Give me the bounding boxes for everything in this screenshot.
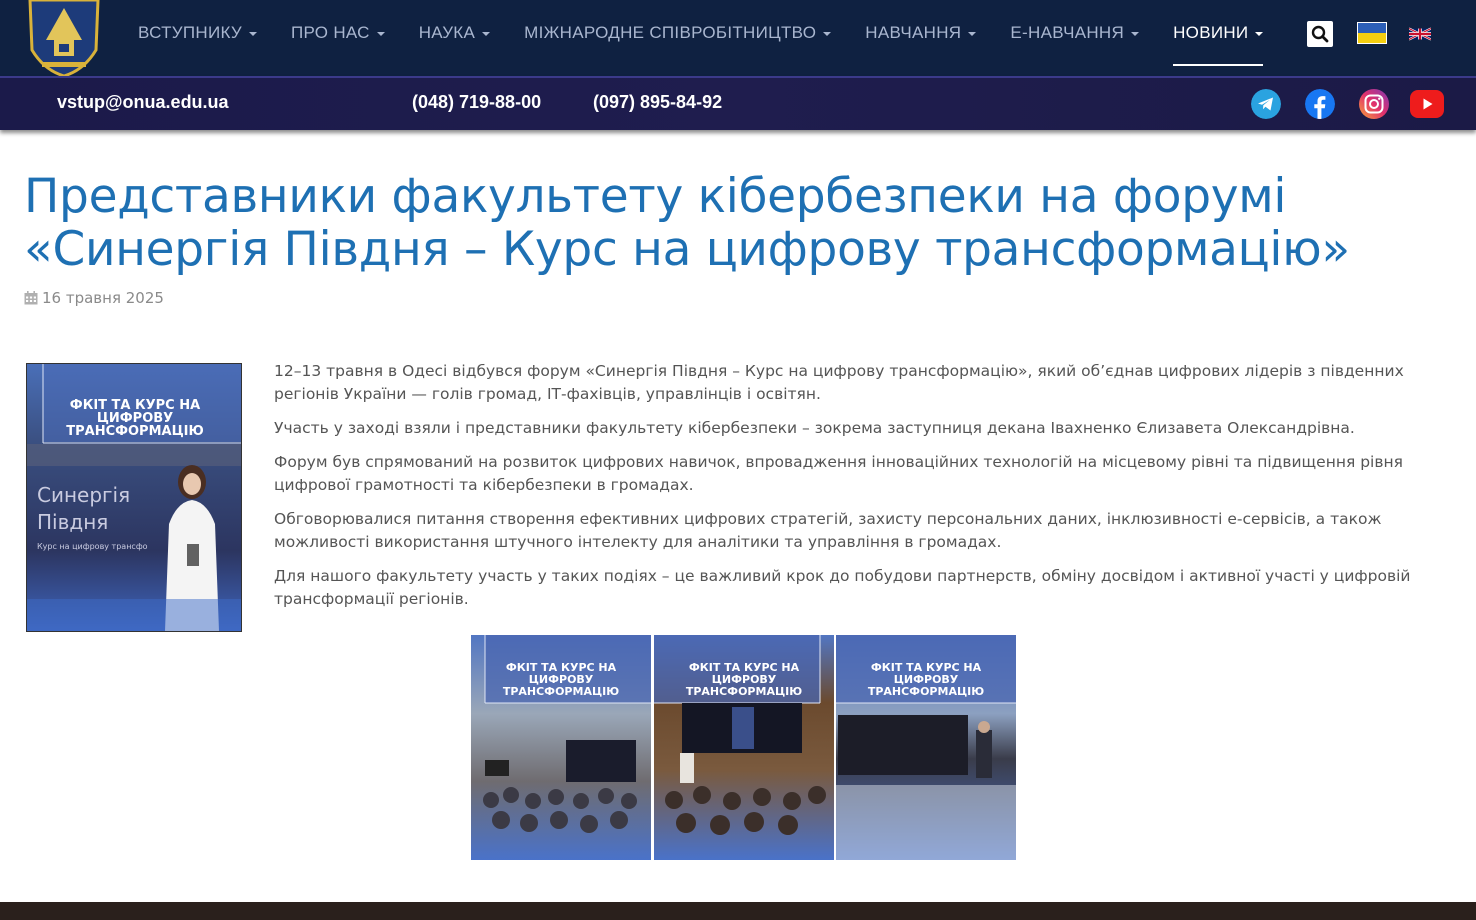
youtube-icon[interactable] <box>1410 90 1444 118</box>
page-footer-edge <box>0 902 1476 920</box>
menu-item-novyny[interactable]: НОВИНИ <box>1173 0 1264 66</box>
date-text: 16 травня 2025 <box>42 289 164 307</box>
article-paragraph: Участь у заході взяли і представники фак… <box>274 419 1355 437</box>
svg-text:Півдня: Півдня <box>37 510 108 534</box>
instagram-icon[interactable] <box>1359 89 1389 119</box>
english-flag-icon[interactable] <box>1409 27 1431 41</box>
menu-item-label: ВСТУПНИКУ <box>138 23 242 42</box>
menu-item-label: НАУКА <box>418 23 476 42</box>
menu-item-pro-nas[interactable]: ПРО НАС <box>291 0 385 66</box>
menu-item-label: ПРО НАС <box>290 23 370 42</box>
caret-down-icon <box>248 32 257 36</box>
calendar-icon <box>24 291 38 305</box>
telegram-icon[interactable] <box>1251 89 1281 119</box>
article-date: 16 травня 2025 <box>24 289 164 307</box>
caret-down-icon <box>482 32 491 36</box>
article-paragraph: 12–13 травня в Одесі відбувся форум «Син… <box>274 362 1404 403</box>
menu-item-navchannya[interactable]: НАВЧАННЯ <box>865 0 977 66</box>
article-title: Представники факультету кібербезпеки на … <box>24 169 1350 277</box>
menu-item-vstupnyku[interactable]: ВСТУПНИКУ <box>138 0 257 66</box>
article-main-photo[interactable]: ФКІТ ТА КУРС НА ЦИФРОВУ ТРАНСФОРМАЦІЮ Си… <box>26 363 242 632</box>
search-icon <box>1311 25 1329 43</box>
svg-text:ТРАНСФОРМАЦІЮ: ТРАНСФОРМАЦІЮ <box>66 424 204 439</box>
article-paragraph: Для нашого факультету участь у таких под… <box>274 567 1411 608</box>
ukrainian-flag-icon[interactable] <box>1357 22 1387 44</box>
article-paragraph: Обговорювалися питання створення ефектив… <box>274 510 1382 551</box>
menu-item-mizhnarodne[interactable]: МІЖНАРОДНЕ СПІВРОБІТНИЦТВО <box>524 0 832 66</box>
menu-item-e-navchannya[interactable]: Е-НАВЧАННЯ <box>1010 0 1140 66</box>
caret-down-icon <box>1255 32 1264 36</box>
menu-item-label: НАВЧАННЯ <box>865 23 962 42</box>
phone-link-2[interactable]: (097) 895-84-92 <box>593 92 722 113</box>
gallery-thumbnail[interactable]: ФКІТ ТА КУРС НА ЦИФРОВУ ТРАНСФОРМАЦІЮ <box>654 635 834 860</box>
gallery-thumbnail[interactable]: ФКІТ ТА КУРС НА ЦИФРОВУ ТРАНСФОРМАЦІЮ <box>471 635 651 860</box>
svg-text:ТРАНСФОРМАЦІЮ: ТРАНСФОРМАЦІЮ <box>686 685 802 698</box>
svg-text:Синергія: Синергія <box>37 483 130 507</box>
phone-link-1[interactable]: (048) 719-88-00 <box>412 92 541 113</box>
top-navbar: ВСТУПНИКУ ПРО НАС НАУКА МІЖНАРОДНЕ СПІВР… <box>0 0 1476 78</box>
menu-item-nauka[interactable]: НАУКА <box>418 0 491 66</box>
svg-text:Курс на цифрову трансфо: Курс на цифрову трансфо <box>37 542 148 551</box>
university-logo[interactable] <box>24 0 104 78</box>
caret-down-icon <box>968 32 977 36</box>
caret-down-icon <box>1131 32 1140 36</box>
menu-item-label: Е-НАВЧАННЯ <box>1010 23 1125 42</box>
main-menu: ВСТУПНИКУ ПРО НАС НАУКА МІЖНАРОДНЕ СПІВР… <box>138 0 1297 66</box>
facebook-icon[interactable] <box>1305 89 1335 119</box>
caret-down-icon <box>823 32 832 36</box>
menu-item-label: МІЖНАРОДНЕ СПІВРОБІТНИЦТВО <box>524 23 817 42</box>
article-body: 12–13 травня в Одесі відбувся форум «Син… <box>274 360 1469 622</box>
email-link[interactable]: vstup@onua.edu.ua <box>57 92 229 113</box>
gallery-thumbnail[interactable]: ФКІТ ТА КУРС НА ЦИФРОВУ ТРАНСФОРМАЦІЮ <box>836 635 1016 860</box>
menu-item-label: НОВИНИ <box>1173 23 1249 42</box>
search-button[interactable] <box>1307 21 1333 47</box>
svg-text:ТРАНСФОРМАЦІЮ: ТРАНСФОРМАЦІЮ <box>868 685 984 698</box>
svg-text:ТРАНСФОРМАЦІЮ: ТРАНСФОРМАЦІЮ <box>503 685 619 698</box>
article-paragraph: Форум був спрямований на розвиток цифров… <box>274 453 1403 494</box>
caret-down-icon <box>376 32 385 36</box>
